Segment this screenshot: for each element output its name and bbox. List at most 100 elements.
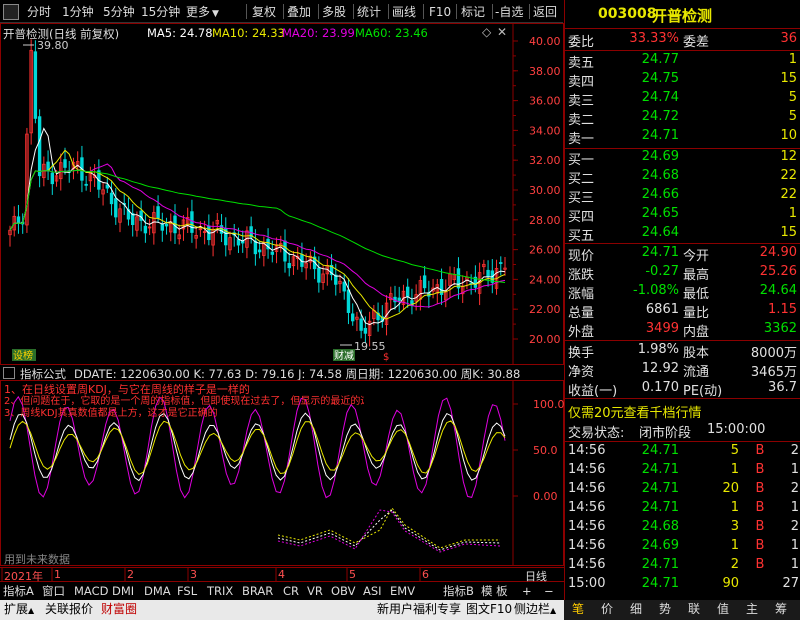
tick-time: 14:56 — [568, 500, 606, 515]
qianda-promo-row[interactable]: 仅需20元查看千档行情 — [565, 401, 800, 421]
ask-label: 卖四 — [568, 75, 595, 90]
y-tick-label: 50.0 — [533, 444, 558, 457]
fundamental-value: 3465万 — [750, 365, 797, 380]
tick-price: 24.71 — [641, 481, 679, 496]
tab-5min[interactable]: 5分钟 — [103, 3, 135, 21]
ask-price[interactable]: 24.75 — [629, 71, 679, 86]
stat-row: 现价 24.71 今开 24.90 — [565, 244, 800, 264]
f10-button[interactable]: F10 — [429, 3, 451, 21]
qianda-promo[interactable]: 仅需20元查看千档行情 — [568, 402, 702, 421]
price-tab[interactable]: 价 — [601, 600, 613, 618]
bid-price[interactable]: 24.69 — [629, 149, 679, 164]
toolbar-divider — [423, 4, 424, 19]
y-tick-label: 0.00 — [533, 490, 558, 503]
tick-volume: 5 — [730, 443, 739, 458]
candle-body — [84, 183, 88, 186]
ask-price[interactable]: 24.74 — [629, 90, 679, 105]
tick-side: B — [755, 443, 765, 458]
tab-indicator-b[interactable]: 指标B — [443, 583, 474, 599]
tab-trix[interactable]: TRIX — [207, 583, 233, 599]
fundamental-label: PE(动) — [683, 384, 723, 399]
back-button[interactable]: 返回 — [533, 3, 557, 21]
stat-value: 24.71 — [641, 245, 679, 260]
bid-price[interactable]: 24.64 — [629, 225, 679, 240]
trade-status-time: 15:00:00 — [707, 422, 766, 437]
tab-cr[interactable]: CR — [283, 583, 299, 599]
bid-volume: 22 — [780, 187, 797, 202]
tab-brar[interactable]: BRAR — [242, 583, 273, 599]
sidebar-button[interactable]: 侧边栏▲ — [514, 600, 556, 618]
candle-body — [499, 262, 503, 264]
tab-template[interactable]: 模 板 — [481, 583, 508, 599]
add-tab-button[interactable]: + — [522, 583, 532, 599]
remove-watchlist-button[interactable]: -自选 — [495, 3, 523, 21]
multi-stock-button[interactable]: 多股 — [322, 3, 346, 21]
stock-name: 开普检测 — [652, 7, 713, 25]
bid-price[interactable]: 24.68 — [629, 168, 679, 183]
ma5-line — [9, 127, 506, 326]
tick-row: 14:56 24.68 3 B 2 — [565, 518, 800, 537]
tick-time: 15:00 — [568, 576, 606, 591]
new-user-promo[interactable]: 新用户福利专享 — [377, 600, 461, 618]
expand-button[interactable]: 扩展▲ — [4, 600, 34, 618]
fundamental-label: 股本 — [683, 346, 710, 361]
restore-rights-button[interactable]: 复权 — [252, 3, 276, 21]
tab-intraday[interactable]: 分时 — [27, 3, 51, 21]
tab-indicator-a[interactable]: 指标A — [3, 583, 34, 599]
tab-emv[interactable]: EMV — [390, 583, 415, 599]
tab-fsl[interactable]: FSL — [177, 583, 197, 599]
indicator-note: 2、但问题在于，它取的是一个周的指标值，但即使现在过去了，但显示的最近的这周 — [4, 396, 364, 407]
chart-toolbar: 分时 1分钟 5分钟 15分钟 更多 ▼ 复权 叠加 多股 统计 画线 F10 标… — [0, 0, 563, 23]
tab-window[interactable]: 窗口 — [42, 583, 65, 599]
tab-1min[interactable]: 1分钟 — [62, 3, 94, 21]
f10-graphic-button[interactable]: 图文F10 — [466, 600, 512, 618]
wealth-circle-button[interactable]: 财富圈 — [101, 600, 137, 618]
indicator-collapse-icon[interactable] — [3, 367, 15, 379]
fundamental-row: 换手 1.98% 股本 8000万 — [565, 341, 800, 361]
value-tab[interactable]: 值 — [717, 600, 729, 618]
tick-price: 24.68 — [641, 519, 679, 534]
tick-volume: 1 — [730, 500, 739, 515]
toolbar-divider — [492, 4, 493, 19]
tab-asi[interactable]: ASI — [363, 583, 382, 599]
related-quotes-button[interactable]: 关联报价 — [45, 600, 93, 618]
trend-tab[interactable]: 势 — [659, 600, 671, 618]
tick-time: 14:56 — [568, 443, 606, 458]
draw-line-button[interactable]: 画线 — [392, 3, 416, 21]
tab-15min[interactable]: 15分钟 — [141, 3, 180, 21]
detail-tab[interactable]: 细 — [630, 600, 642, 618]
bid-price[interactable]: 24.66 — [629, 187, 679, 202]
tick-volume: 1 — [730, 538, 739, 553]
mark-button[interactable]: 标记 — [461, 3, 485, 21]
statistics-button[interactable]: 统计 — [357, 3, 381, 21]
tab-dmi[interactable]: DMI — [112, 583, 134, 599]
ask-label: 卖五 — [568, 56, 595, 71]
ask-price[interactable]: 24.72 — [629, 109, 679, 124]
tab-dma[interactable]: DMA — [144, 583, 171, 599]
tab-macd[interactable]: MACD — [74, 583, 108, 599]
ask-row: 卖一 24.71 10 — [565, 127, 800, 147]
linked-tab[interactable]: 联 — [688, 600, 700, 618]
stat-label: 外盘 — [568, 325, 595, 340]
low-price-label: 19.55 — [354, 340, 386, 353]
chips-tab[interactable]: 筹 — [775, 600, 787, 618]
pen-tab[interactable]: 笔 — [572, 600, 584, 618]
overlay-button[interactable]: 叠加 — [287, 3, 311, 21]
tab-more[interactable]: 更多 ▼ — [186, 3, 219, 21]
ask-price[interactable]: 24.71 — [629, 128, 679, 143]
stat-value: -0.27 — [645, 264, 679, 279]
kline-chart[interactable]: 40.00 38.00 36.00 34.00 32.00 30.00 28.00 26.00… — [0, 23, 564, 365]
app-menu-icon[interactable] — [3, 4, 19, 20]
candle-body — [236, 239, 241, 246]
tab-obv[interactable]: OBV — [331, 583, 355, 599]
stat-value: 3362 — [763, 321, 797, 336]
remove-tab-button[interactable]: − — [544, 583, 554, 599]
period-label[interactable]: 日线 — [525, 568, 547, 584]
main-force-tab[interactable]: 主 — [746, 600, 758, 618]
ask-price[interactable]: 24.77 — [629, 52, 679, 67]
tick-time: 14:56 — [568, 462, 606, 477]
bid-price[interactable]: 24.65 — [629, 206, 679, 221]
ask-label: 卖二 — [568, 113, 595, 128]
bid-row: 买五 24.64 15 — [565, 224, 800, 244]
tab-vr[interactable]: VR — [307, 583, 323, 599]
